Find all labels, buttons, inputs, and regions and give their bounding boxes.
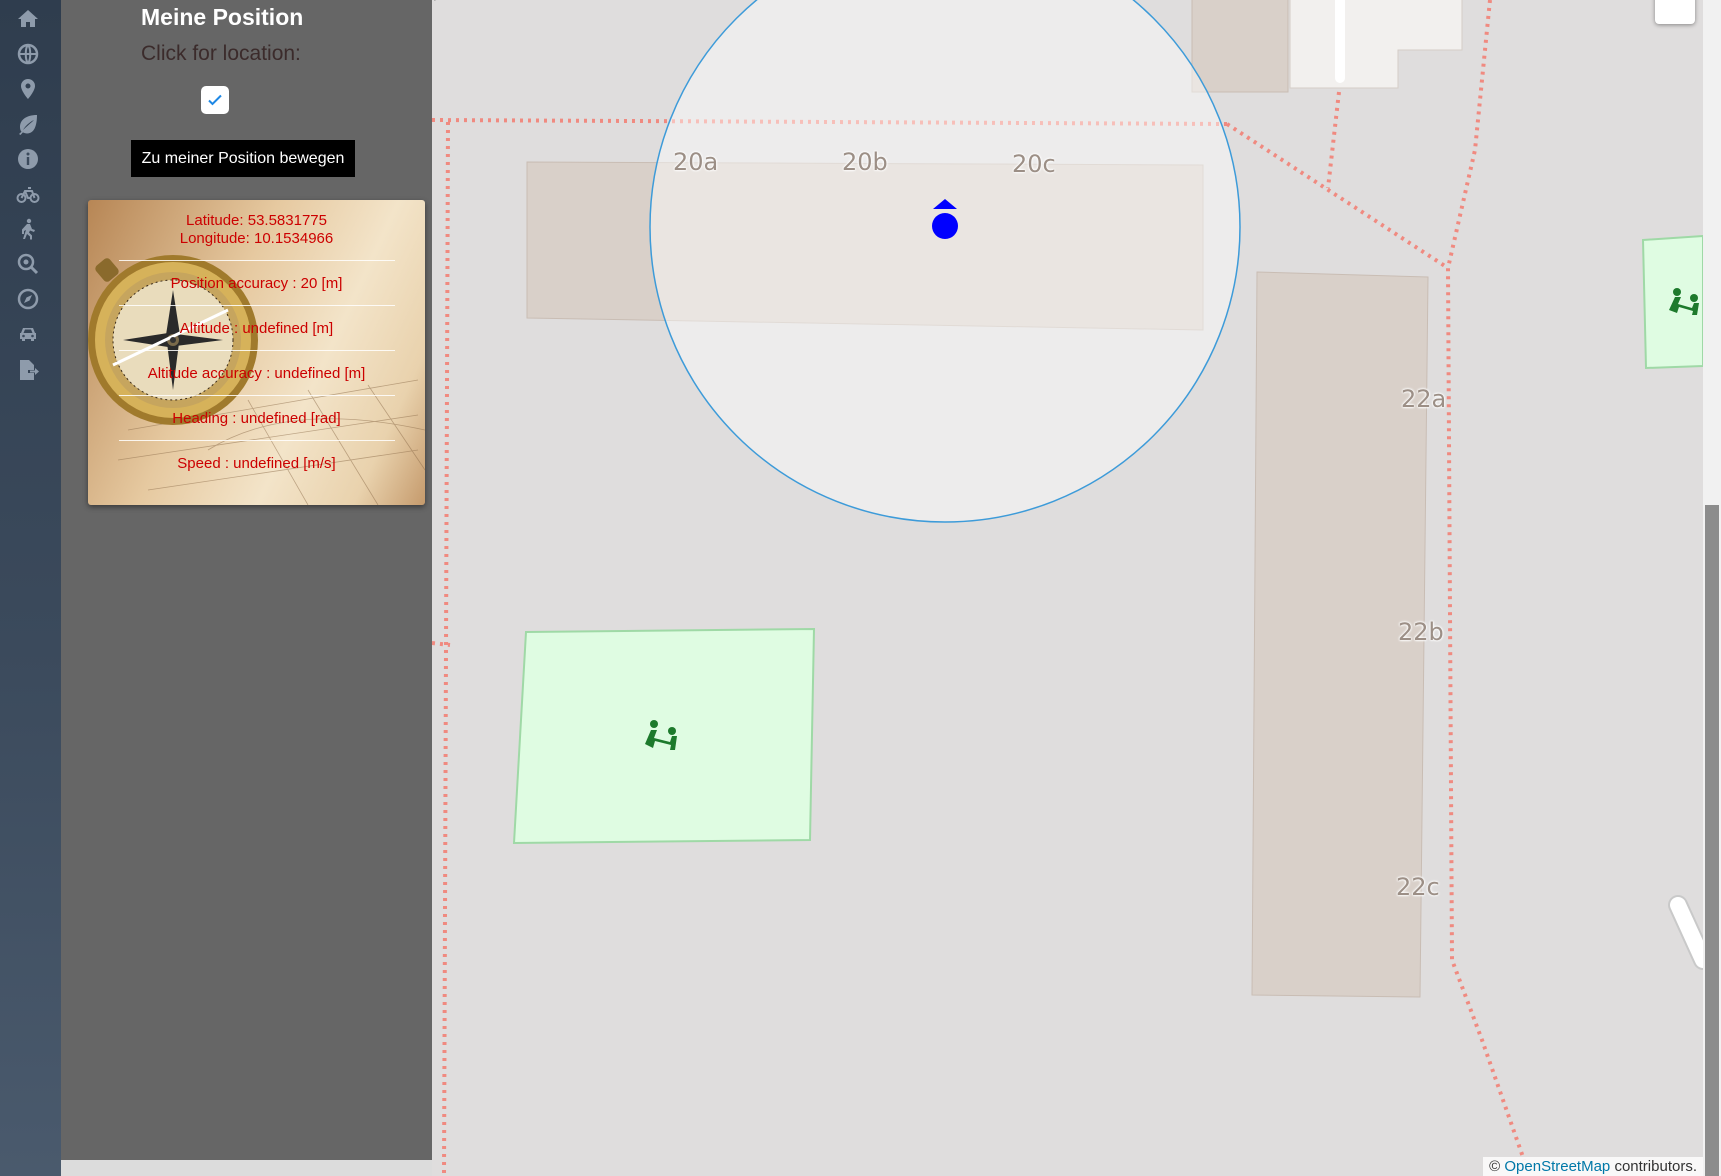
heading-text: Heading : undefined [rad] <box>172 410 341 427</box>
accuracy-circle <box>649 0 1241 523</box>
playground-area <box>512 627 816 845</box>
attribution-suffix: contributors. <box>1614 1158 1697 1175</box>
divider <box>118 395 395 396</box>
info-icon[interactable] <box>14 145 42 173</box>
divider <box>118 260 395 261</box>
leaf-icon[interactable] <box>14 110 42 138</box>
house-number: 22c <box>1396 873 1440 901</box>
car-icon[interactable] <box>14 320 42 348</box>
building <box>1289 0 1463 89</box>
position-info-card: Latitude: 53.5831775 Longitude: 10.15349… <box>88 200 425 505</box>
speed-text: Speed : undefined [m/s] <box>177 455 336 472</box>
file-export-icon[interactable] <box>14 356 42 384</box>
building <box>1191 0 1289 93</box>
map-tiles <box>432 0 1703 1176</box>
checkmark-icon <box>208 94 222 106</box>
layers-control[interactable] <box>1655 0 1695 24</box>
page-scrollbar[interactable] <box>1703 0 1721 1176</box>
divider <box>118 440 395 441</box>
house-number: 22a <box>1401 385 1447 413</box>
home-icon[interactable] <box>14 5 42 33</box>
openstreetmap-link[interactable]: OpenStreetMap <box>1504 1158 1610 1175</box>
latitude-text: Latitude: 53.5831775 <box>186 212 327 229</box>
location-prompt: Click for location: <box>141 42 301 65</box>
footpath <box>1335 0 1345 83</box>
search-location-icon[interactable] <box>14 250 42 278</box>
divider <box>118 350 395 351</box>
icon-rail <box>0 0 61 1176</box>
longitude-text: Longitude: 10.1534966 <box>179 230 334 247</box>
house-number: 22b <box>1398 618 1444 646</box>
move-to-position-button[interactable]: Zu meiner Position bewegen <box>131 140 355 177</box>
scrollbar-thumb[interactable] <box>1705 505 1719 1176</box>
house-number: 20a <box>673 148 719 176</box>
globe-icon[interactable] <box>14 40 42 68</box>
house-number: 20b <box>842 148 888 176</box>
compass-icon[interactable] <box>14 285 42 313</box>
bicycle-icon[interactable] <box>14 180 42 208</box>
panel-title: Meine Position <box>141 4 304 30</box>
copyright-symbol: © <box>1489 1158 1501 1175</box>
hiking-icon[interactable] <box>14 215 42 243</box>
map-marker-icon[interactable] <box>14 75 42 103</box>
divider <box>118 305 395 306</box>
position-marker-icon[interactable] <box>932 213 958 239</box>
position-panel: Meine Position Click for location: Zu me… <box>61 0 432 1160</box>
altitude-accuracy-text: Altitude accuracy : undefined [m] <box>147 365 366 382</box>
altitude-text: Altitude : undefined [m] <box>179 320 334 337</box>
house-number: 20c <box>1012 150 1056 178</box>
location-checkbox[interactable] <box>201 86 229 114</box>
position-accuracy-text: Position accuracy : 20 [m] <box>170 275 343 292</box>
map-attribution: © OpenStreetMap contributors. <box>1483 1157 1703 1176</box>
map-view[interactable]: 20a 20b 20c 22a 22b 22c © OpenStreetMap … <box>432 0 1703 1176</box>
